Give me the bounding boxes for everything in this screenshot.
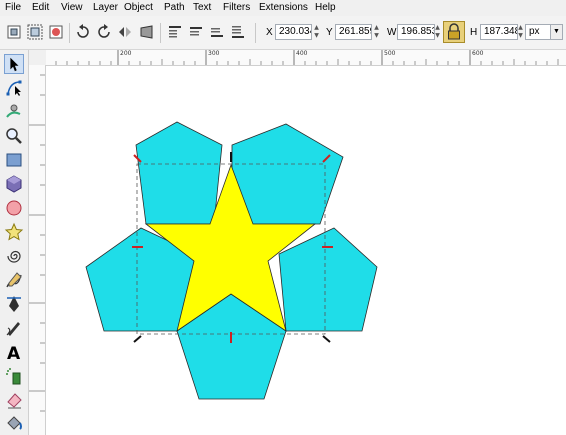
pen-tool-icon[interactable] bbox=[4, 294, 24, 314]
lower-icon[interactable] bbox=[209, 24, 225, 40]
pentagon-top-left[interactable] bbox=[135, 121, 223, 225]
svg-text:A: A bbox=[7, 344, 21, 362]
flip-horizontal-icon[interactable] bbox=[117, 24, 133, 40]
toolbar-separator bbox=[69, 23, 70, 43]
ruler-label: 600 bbox=[472, 50, 484, 57]
drawing-canvas[interactable] bbox=[46, 66, 566, 435]
node-tool-icon[interactable] bbox=[4, 78, 24, 98]
pencil-tool-icon[interactable] bbox=[4, 270, 24, 290]
chevron-down-icon: ▼ bbox=[550, 25, 562, 39]
menu-text[interactable]: Text bbox=[193, 2, 211, 14]
y-spinner[interactable]: ▲ ▼ bbox=[372, 24, 381, 40]
spiral-tool-icon[interactable] bbox=[4, 246, 24, 266]
unit-select[interactable]: px ▼ bbox=[525, 24, 563, 40]
paint-bucket-icon[interactable] bbox=[4, 414, 24, 434]
menu-help[interactable]: Help bbox=[315, 2, 336, 14]
lock-ratio-button[interactable] bbox=[443, 21, 465, 43]
star-tool-icon[interactable] bbox=[4, 222, 24, 242]
selector-arrow-icon[interactable] bbox=[4, 54, 24, 74]
menu-edit[interactable]: Edit bbox=[32, 2, 49, 14]
y-input[interactable]: 261.859 bbox=[335, 24, 372, 40]
unit-value: px bbox=[529, 26, 540, 37]
pentagon-top-right[interactable] bbox=[231, 123, 344, 225]
select-all-layers-icon[interactable] bbox=[27, 24, 43, 40]
rectangle-tool-icon[interactable] bbox=[4, 150, 24, 170]
lock-icon bbox=[448, 23, 460, 40]
select-all-icon[interactable] bbox=[6, 24, 22, 40]
toolbar-separator bbox=[255, 23, 256, 43]
eraser-tool-icon[interactable] bbox=[4, 390, 24, 410]
w-spinner[interactable]: ▲ ▼ bbox=[433, 24, 442, 40]
menu-bar: File Edit View Layer Object Path Text Fi… bbox=[0, 0, 566, 16]
h-label: H bbox=[470, 27, 478, 38]
raise-to-top-icon[interactable] bbox=[167, 24, 183, 40]
zoom-tool-icon[interactable] bbox=[4, 126, 24, 146]
ruler-ticks bbox=[29, 74, 45, 412]
text-tool-icon[interactable]: A bbox=[4, 342, 24, 362]
tweak-tool-icon[interactable] bbox=[4, 102, 24, 122]
pentagon-right[interactable] bbox=[278, 227, 378, 332]
toolbox: A bbox=[0, 50, 29, 435]
ruler-corner bbox=[29, 50, 46, 65]
x-input[interactable]: 230.034 bbox=[275, 24, 312, 40]
lower-to-bottom-icon[interactable] bbox=[230, 24, 246, 40]
horizontal-ruler: 200 300 400 500 600 bbox=[46, 50, 566, 66]
rotate-ccw-icon[interactable] bbox=[75, 24, 91, 40]
h-input[interactable]: 187.348 bbox=[480, 24, 518, 40]
tool-controls-bar: X 230.034 ▲ ▼ Y 261.859 ▲ ▼ W 196.853 ▲ ▼ H… bbox=[0, 16, 566, 50]
raise-icon[interactable] bbox=[188, 24, 204, 40]
calligraphy-tool-icon[interactable] bbox=[4, 318, 24, 338]
ruler-label: 200 bbox=[120, 50, 132, 57]
ruler-label: 300 bbox=[208, 50, 220, 57]
menu-object[interactable]: Object bbox=[124, 2, 153, 14]
toolbar-separator bbox=[160, 23, 161, 43]
ruler-label: 500 bbox=[384, 50, 396, 57]
x-spinner[interactable]: ▲ ▼ bbox=[312, 24, 321, 40]
menu-path[interactable]: Path bbox=[164, 2, 185, 14]
vertical-ruler bbox=[29, 65, 46, 435]
spray-tool-icon[interactable] bbox=[4, 366, 24, 386]
menu-extensions[interactable]: Extensions bbox=[259, 2, 308, 14]
menu-filters[interactable]: Filters bbox=[223, 2, 250, 14]
ellipse-tool-icon[interactable] bbox=[4, 198, 24, 218]
y-label: Y bbox=[326, 27, 333, 38]
w-label: W bbox=[387, 27, 397, 38]
h-spinner[interactable]: ▲ ▼ bbox=[516, 24, 525, 40]
box3d-tool-icon[interactable] bbox=[4, 174, 24, 194]
menu-file[interactable]: File bbox=[5, 2, 21, 14]
ruler-label: 400 bbox=[296, 50, 308, 57]
flip-vertical-icon[interactable] bbox=[138, 24, 154, 40]
menu-view[interactable]: View bbox=[61, 2, 83, 14]
menu-layer[interactable]: Layer bbox=[93, 2, 118, 14]
w-input[interactable]: 196.853 bbox=[397, 24, 435, 40]
x-label: X bbox=[266, 27, 273, 38]
deselect-icon[interactable] bbox=[48, 24, 64, 40]
rotate-cw-icon[interactable] bbox=[96, 24, 112, 40]
